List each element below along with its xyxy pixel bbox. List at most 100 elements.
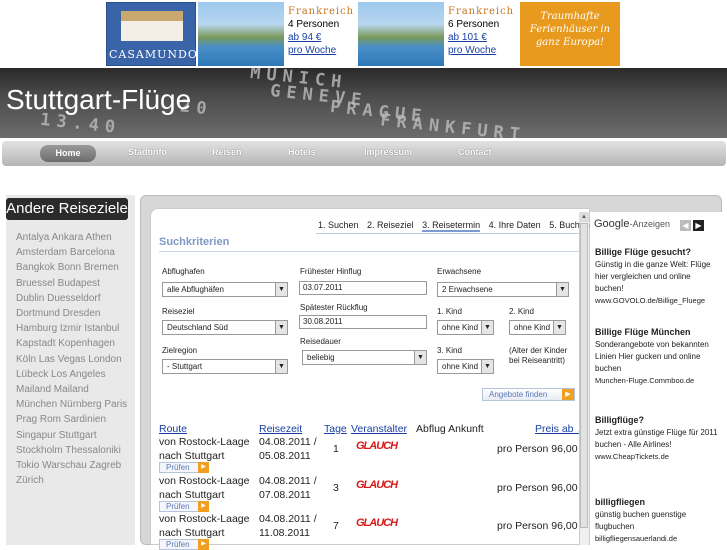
- result-price: pro Person 96,00 €: [497, 520, 579, 532]
- ad-title[interactable]: billigfliegen: [595, 496, 719, 508]
- fruehester-input[interactable]: 03.07.2011: [299, 281, 427, 295]
- search-button[interactable]: Angebote finden ▶: [482, 388, 575, 401]
- kind1-select[interactable]: ohne Kind ▼: [437, 320, 494, 335]
- col-reisezeit[interactable]: Reisezeit: [259, 423, 302, 435]
- operator-logo: GLAUCH: [356, 517, 398, 529]
- main-nav: Home Stadtinfo Reisen Hotels Impressum C…: [2, 141, 726, 166]
- kind3-select[interactable]: ohne Kind ▼: [437, 359, 494, 374]
- spaetester-label: Spätester Rückflug: [300, 303, 368, 312]
- site-title: Stuttgart-Flüge: [6, 84, 192, 115]
- col-veranstalter[interactable]: Veranstalter: [351, 423, 407, 435]
- check-button[interactable]: Prüfen ▶: [159, 501, 209, 512]
- sidebar-links[interactable]: Antalya Ankara Athen Amsterdam Barcelona…: [16, 230, 128, 488]
- offer-period-link[interactable]: pro Woche: [448, 44, 520, 57]
- col-tage[interactable]: Tage: [324, 423, 347, 435]
- kind2-select[interactable]: ohne Kind ▼: [509, 320, 566, 335]
- board-text: FRANKFURT: [379, 110, 527, 138]
- ad-title[interactable]: Billigflüge?: [595, 414, 719, 426]
- ad-url[interactable]: Munchen-Fluge.Commboo.de: [595, 375, 719, 387]
- casamundo-logo[interactable]: CASAMUNDO: [106, 2, 197, 66]
- erwachsene-label: Erwachsene: [437, 267, 482, 276]
- chevron-left-icon[interactable]: ◀: [680, 220, 691, 231]
- scroll-up-icon[interactable]: ▲: [579, 212, 589, 222]
- result-price: pro Person 96,00 €: [497, 482, 579, 494]
- offer-1[interactable]: Frankreich 4 Personen ab 94 € pro Woche: [288, 2, 360, 66]
- operator-logo: GLAUCH: [356, 440, 398, 452]
- offer-period-link[interactable]: pro Woche: [288, 44, 360, 57]
- col-route[interactable]: Route: [159, 423, 187, 435]
- offer-photo-1[interactable]: [198, 2, 284, 66]
- step-1[interactable]: 1. Suchen: [318, 220, 359, 230]
- ad-item[interactable]: Billigflüge? Jetzt extra günstige Flüge …: [595, 414, 719, 463]
- ad-title[interactable]: Billige Flüge gesucht?: [595, 246, 719, 258]
- chevron-down-icon: ▼: [556, 283, 568, 296]
- reisedauer-label: Reisedauer: [300, 337, 341, 346]
- reiseziel-select[interactable]: Deutschland Süd ▼: [162, 320, 288, 335]
- ad-item[interactable]: Billige Flüge München Sonderangebote von…: [595, 326, 719, 387]
- house-image: [121, 11, 183, 41]
- chevron-right-icon[interactable]: ▶: [693, 220, 704, 231]
- scrollbar-thumb[interactable]: [580, 223, 588, 528]
- ad-title[interactable]: Billige Flüge München: [595, 326, 719, 338]
- check-button[interactable]: Prüfen ▶: [159, 462, 209, 473]
- booking-steps: 1. Suchen 2. Reiseziel 3. Reisetermin 4.…: [318, 220, 601, 232]
- chevron-down-icon: ▼: [481, 360, 493, 373]
- chevron-down-icon: ▼: [553, 321, 565, 334]
- nav-home[interactable]: Home: [40, 145, 96, 162]
- arrow-right-icon: ▶: [198, 462, 209, 473]
- ad-url[interactable]: www.CheapTickets.de: [595, 451, 719, 463]
- banner-ad[interactable]: CASAMUNDO Frankreich 4 Personen ab 94 € …: [106, 2, 620, 66]
- step-4[interactable]: 4. Ihre Daten: [489, 220, 541, 230]
- step-3[interactable]: 3. Reisetermin: [422, 220, 481, 232]
- nav-impressum[interactable]: Impressum: [364, 147, 412, 157]
- arrow-right-icon: ▶: [562, 389, 574, 400]
- result-route: von Rostock-Laage nach Stuttgart: [159, 513, 250, 539]
- divider: [316, 233, 580, 234]
- result-dates: 04.08.2011 / 05.08.2011: [259, 436, 317, 462]
- chevron-down-icon: ▼: [481, 321, 493, 334]
- ad-item[interactable]: billigfliegen günstig buchen guenstige f…: [595, 496, 719, 545]
- ad-url[interactable]: billigfliegensauerlandi.de: [595, 533, 719, 545]
- chevron-down-icon: ▼: [275, 283, 287, 296]
- offer-country: Frankreich: [448, 6, 515, 17]
- chevron-down-icon: ▼: [414, 351, 426, 364]
- search-heading: Suchkriterien: [159, 236, 230, 248]
- reiseziel-label: Reiseziel: [162, 307, 195, 316]
- nav-stadtinfo[interactable]: Stadtinfo: [128, 147, 167, 157]
- result-route: von Rostock-Laage nach Stuttgart: [159, 475, 250, 501]
- abflughafen-label: Abflughafen: [162, 267, 205, 276]
- result-price: pro Person 96,00 €: [497, 443, 579, 455]
- kind1-label: 1. Kind: [437, 307, 462, 316]
- kind2-label: 2. Kind: [509, 307, 534, 316]
- divider: [159, 251, 579, 252]
- zielregion-select[interactable]: - Stuttgart ▼: [162, 359, 288, 374]
- ad-url[interactable]: www.GOVOLO.de/Billige_Fluege: [595, 295, 719, 307]
- slogan[interactable]: Traumhafte Ferienhäuser in ganz Europa!: [520, 2, 620, 66]
- offer-price-link[interactable]: ab 101 €: [448, 31, 520, 44]
- step-2[interactable]: 2. Reiseziel: [367, 220, 414, 230]
- nav-reisen[interactable]: Reisen: [212, 147, 242, 157]
- ad-text: günstig buchen guenstige flugbuchen: [595, 510, 687, 531]
- offer-price-link[interactable]: ab 94 €: [288, 31, 360, 44]
- spaetester-input[interactable]: 30.08.2011: [299, 315, 427, 329]
- kind3-label: 3. Kind: [437, 346, 462, 355]
- sidebar-title: Andere Reiseziele: [6, 198, 128, 220]
- nav-hotels[interactable]: Hotels: [288, 147, 316, 157]
- abflughafen-select[interactable]: alle Abflughäfen ▼: [162, 282, 288, 297]
- offer-persons: 4 Personen: [288, 19, 340, 30]
- ad-text: Sonderangebote von bekannten Linien Hier…: [595, 340, 709, 373]
- reisedauer-select[interactable]: beliebig ▼: [302, 350, 427, 365]
- ad-item[interactable]: Billige Flüge gesucht? Günstig in die ga…: [595, 246, 719, 307]
- kinder-note: (Alter der Kinder bei Reiseantritt): [509, 346, 568, 365]
- result-dates: 04.08.2011 / 07.08.2011: [259, 475, 317, 501]
- offer-2[interactable]: Frankreich 6 Personen ab 101 € pro Woche: [448, 2, 520, 66]
- ads-header: Google-Anzeigen: [594, 218, 671, 230]
- result-days: 7: [333, 520, 339, 532]
- fruehester-label: Frühester Hinflug: [300, 267, 362, 276]
- erwachsene-select[interactable]: 2 Erwachsene ▼: [437, 282, 569, 297]
- col-abflug-ankunft: Abflug Ankunft: [416, 423, 484, 435]
- offer-photo-2[interactable]: [358, 2, 444, 66]
- result-days: 3: [333, 482, 339, 494]
- offer-country: Frankreich: [288, 6, 355, 17]
- nav-contact[interactable]: Contact: [458, 147, 492, 157]
